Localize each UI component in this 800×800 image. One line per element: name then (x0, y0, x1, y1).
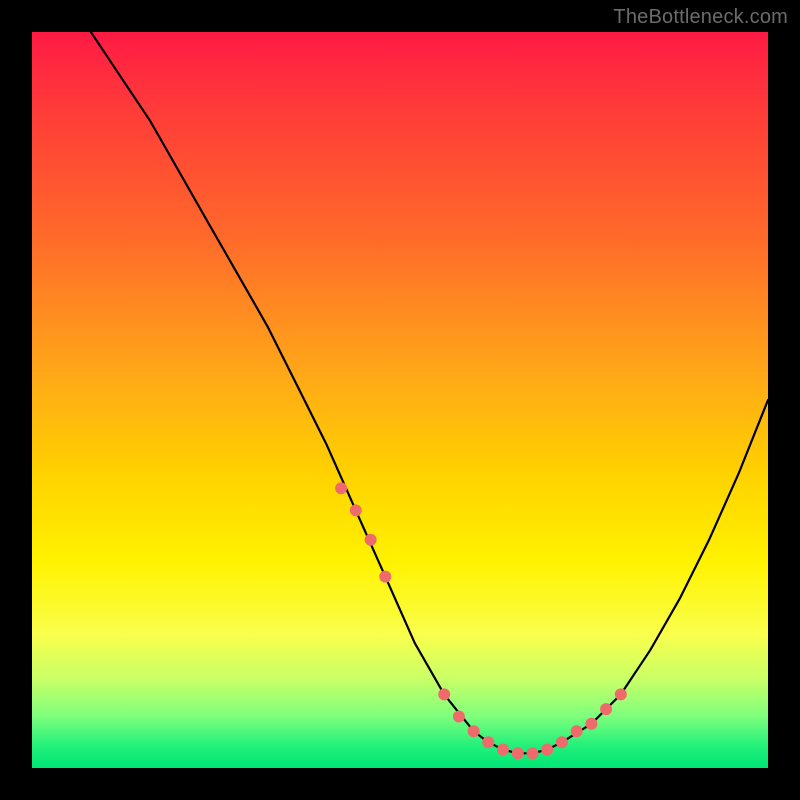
chart-frame: TheBottleneck.com (0, 0, 800, 800)
curve-marker (468, 725, 480, 737)
curve-marker (541, 744, 553, 756)
curve-markers (335, 482, 627, 759)
chart-svg (32, 32, 768, 768)
curve-marker (512, 747, 524, 759)
curve-marker (453, 711, 465, 723)
curve-marker (571, 725, 583, 737)
bottleneck-curve (91, 32, 768, 753)
curve-marker (527, 747, 539, 759)
plot-area (32, 32, 768, 768)
curve-marker (379, 571, 391, 583)
curve-marker (600, 703, 612, 715)
watermark-text: TheBottleneck.com (613, 6, 788, 29)
curve-marker (497, 744, 509, 756)
curve-marker (482, 736, 494, 748)
curve-marker (585, 718, 597, 730)
curve-marker (335, 482, 347, 494)
curve-marker (365, 534, 377, 546)
curve-marker (615, 688, 627, 700)
curve-marker (556, 736, 568, 748)
curve-marker (438, 688, 450, 700)
curve-marker (350, 504, 362, 516)
